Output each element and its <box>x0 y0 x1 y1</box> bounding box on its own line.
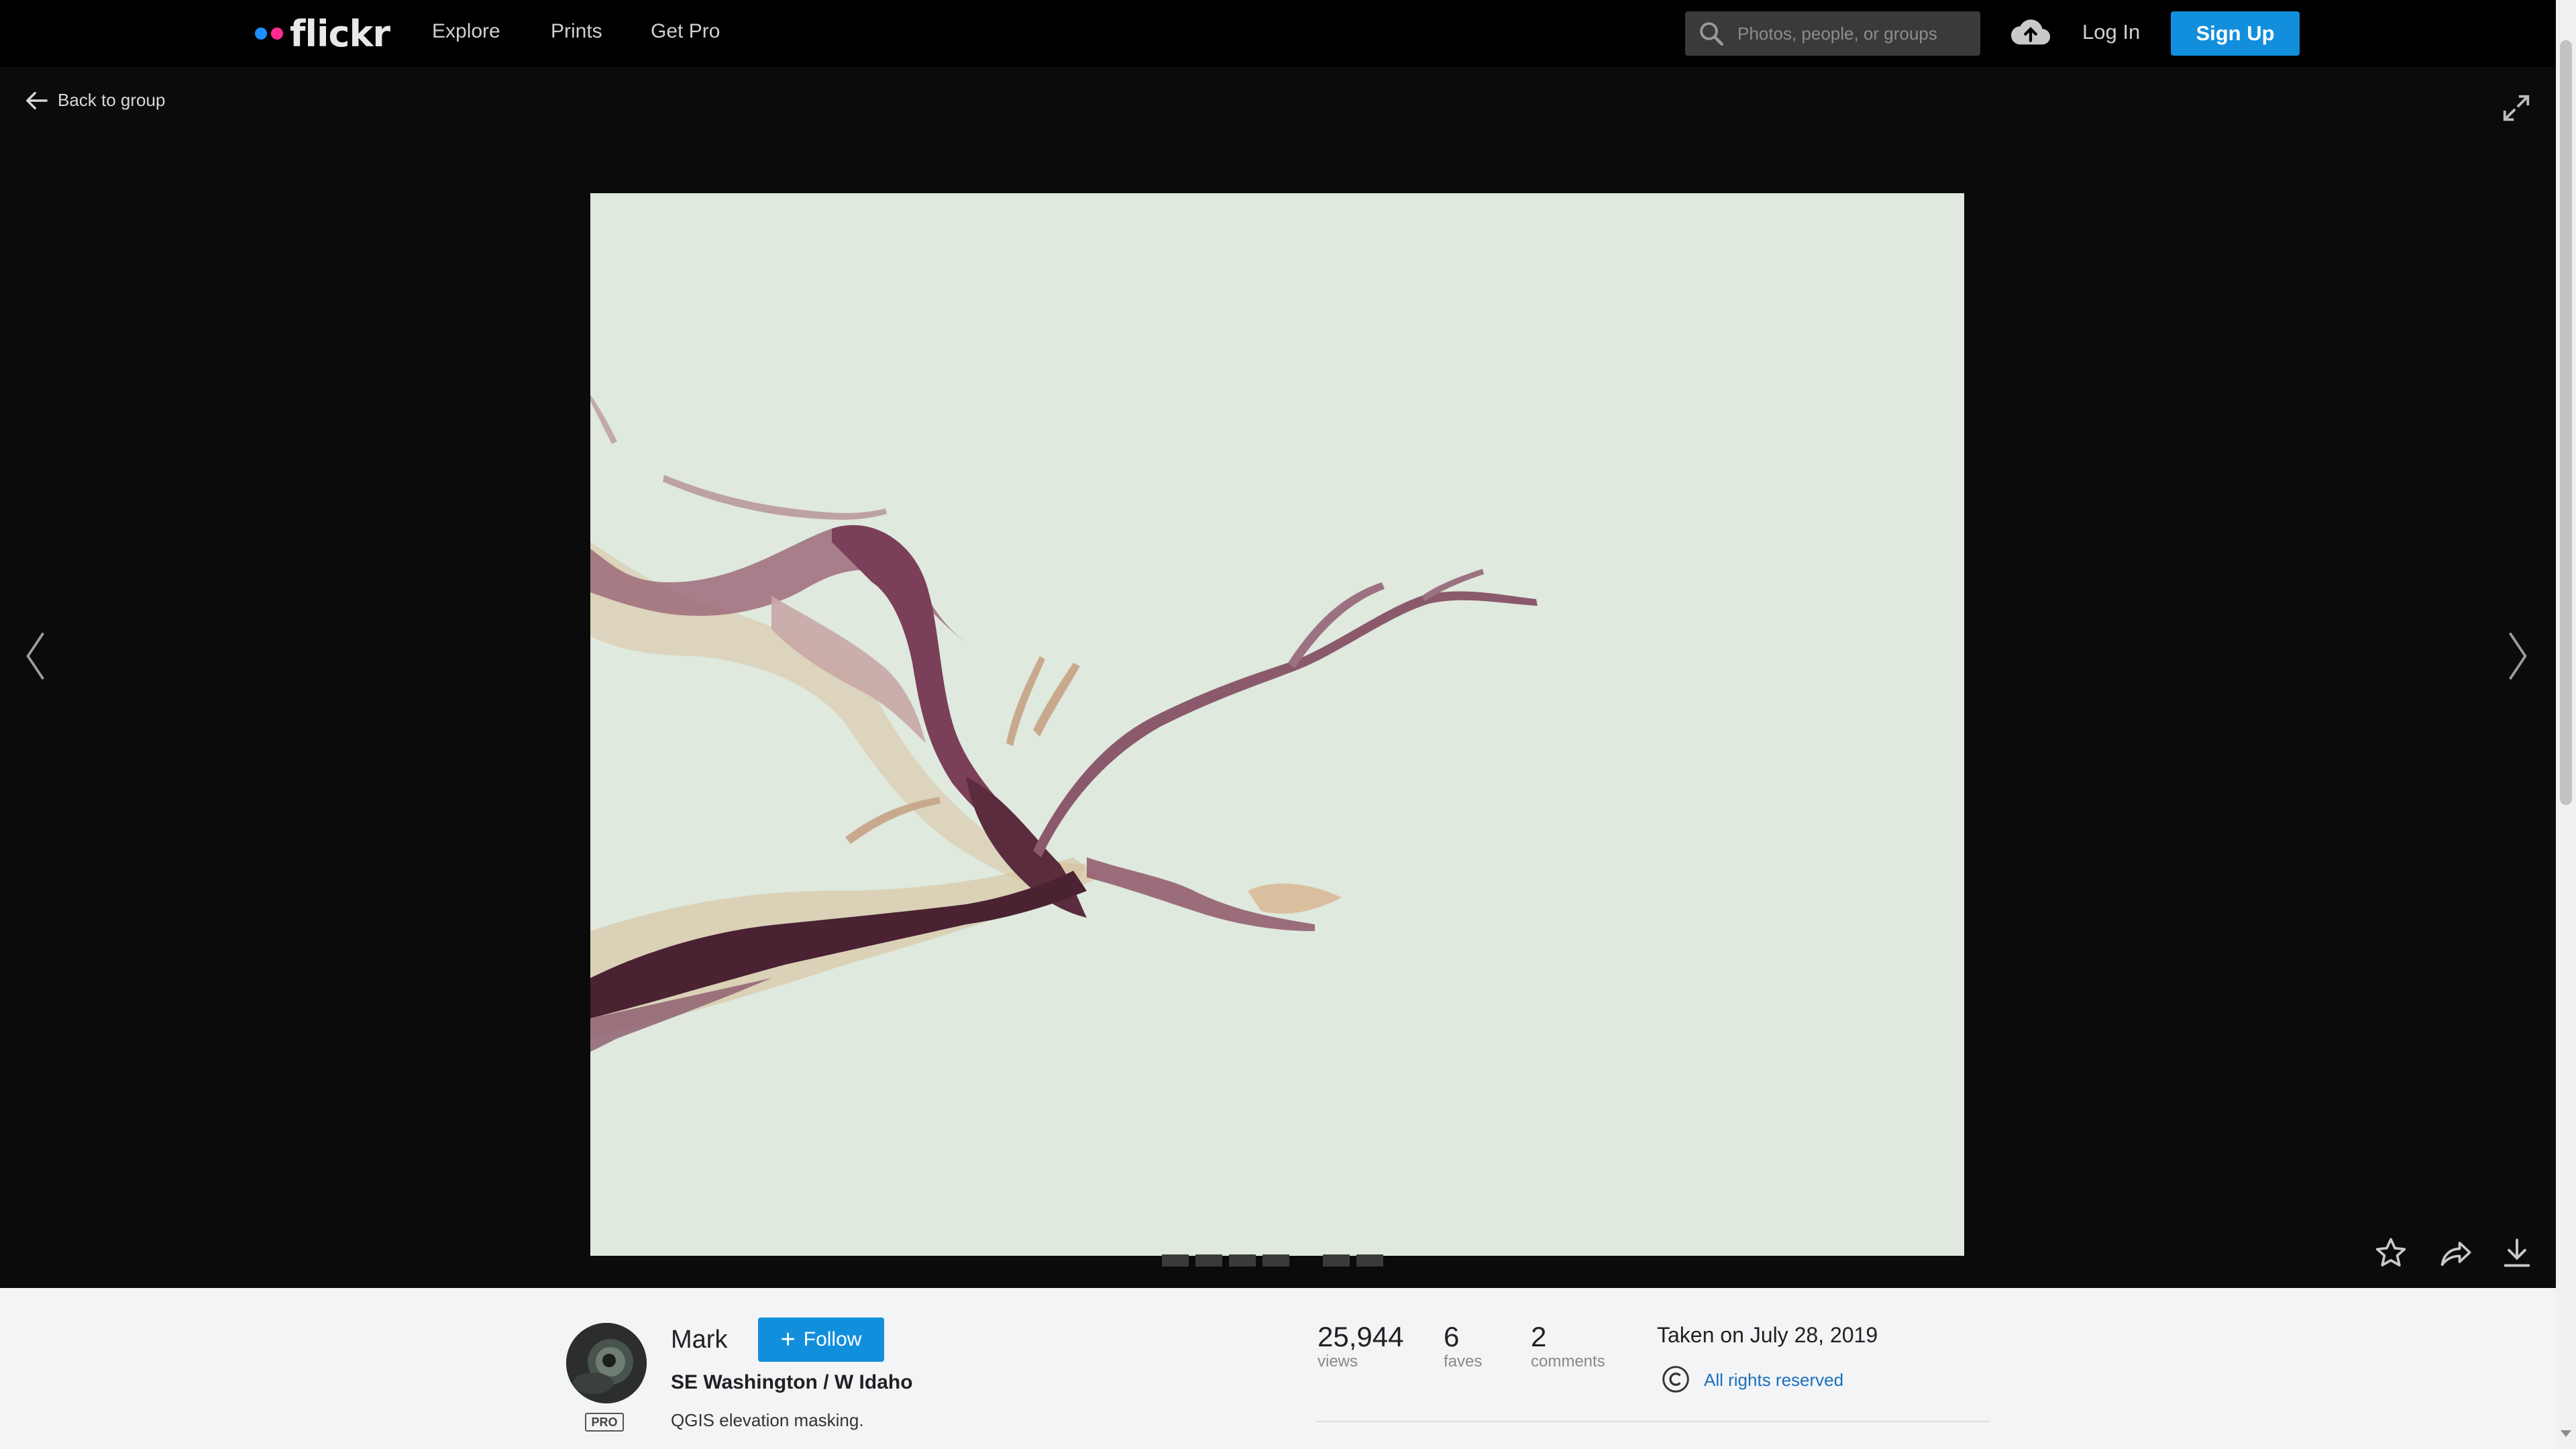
scroll-down-arrow-icon[interactable] <box>2561 1430 2571 1437</box>
thumbnail[interactable] <box>1263 1254 1289 1267</box>
search-input[interactable] <box>1736 22 1964 45</box>
chevron-left-icon[interactable] <box>24 631 47 682</box>
search-box[interactable] <box>1685 11 1980 56</box>
main-photo[interactable] <box>590 193 1964 1256</box>
arrow-left-icon <box>26 91 48 109</box>
owner-avatar[interactable] <box>566 1323 647 1403</box>
flickr-logo[interactable]: flickr <box>255 12 390 55</box>
stat-faves: 6 faves <box>1444 1321 1483 1371</box>
thumbnail[interactable] <box>1229 1254 1256 1267</box>
stat-comments: 2 comments <box>1531 1321 1605 1371</box>
top-nav-bar: flickr Explore Prints Get Pro Log In Sig… <box>0 0 2556 67</box>
nav-explore[interactable]: Explore <box>432 20 500 43</box>
back-to-group-link[interactable]: Back to group <box>25 90 165 111</box>
expand-icon[interactable] <box>2501 93 2532 123</box>
owner-name-link[interactable]: Mark <box>671 1326 727 1354</box>
star-icon[interactable] <box>2373 1236 2408 1271</box>
photo-description: QGIS elevation masking. <box>671 1410 864 1430</box>
thumbnail[interactable] <box>1195 1254 1222 1267</box>
share-icon[interactable] <box>2438 1236 2473 1271</box>
photo-viewer: Back to group <box>0 67 2556 1288</box>
logo-pink-dot <box>271 28 283 40</box>
thumbnail-strip <box>1162 1254 1383 1267</box>
back-label: Back to group <box>58 90 166 110</box>
license-link[interactable]: All rights reserved <box>1704 1370 1843 1391</box>
stat-comments-label: comments <box>1531 1352 1605 1371</box>
copyright-icon <box>1662 1366 1689 1393</box>
nav-prints[interactable]: Prints <box>551 20 602 43</box>
thumbnail[interactable] <box>1323 1254 1350 1267</box>
logo-wordmark: flickr <box>290 12 390 55</box>
search-icon <box>1700 22 1724 46</box>
login-link[interactable]: Log In <box>2082 20 2140 44</box>
logo-blue-dot <box>255 28 267 40</box>
signup-button[interactable]: Sign Up <box>2171 11 2300 56</box>
chevron-right-icon[interactable] <box>2506 631 2529 682</box>
thumbnail[interactable] <box>1162 1254 1189 1267</box>
stat-views-label: views <box>1318 1352 1358 1371</box>
thumbnail[interactable] <box>1356 1254 1383 1267</box>
photo-info-panel: PRO Mark + Follow SE Washington / W Idah… <box>0 1288 2556 1449</box>
upload-cloud-icon[interactable] <box>2010 15 2051 48</box>
follow-button[interactable]: + Follow <box>758 1318 884 1362</box>
stat-faves-label: faves <box>1444 1352 1483 1371</box>
date-taken[interactable]: Taken on July 28, 2019 <box>1657 1323 1878 1348</box>
stat-faves-value: 6 <box>1444 1321 1460 1352</box>
download-icon[interactable] <box>2500 1236 2534 1271</box>
photo-title: SE Washington / W Idaho <box>671 1371 913 1393</box>
divider <box>1316 1421 1990 1422</box>
follow-label: Follow <box>803 1328 862 1350</box>
stat-views: 25,944 views <box>1318 1321 1404 1371</box>
page-scrollbar[interactable] <box>2556 0 2576 1449</box>
elevation-map-image <box>590 193 1964 1256</box>
pro-badge: PRO <box>585 1413 624 1432</box>
plus-icon: + <box>780 1326 796 1354</box>
scrollbar-thumb[interactable] <box>2560 40 2572 805</box>
stat-comments-value: 2 <box>1531 1321 1547 1352</box>
stat-views-value: 25,944 <box>1318 1321 1404 1352</box>
nav-get-pro[interactable]: Get Pro <box>651 20 720 43</box>
